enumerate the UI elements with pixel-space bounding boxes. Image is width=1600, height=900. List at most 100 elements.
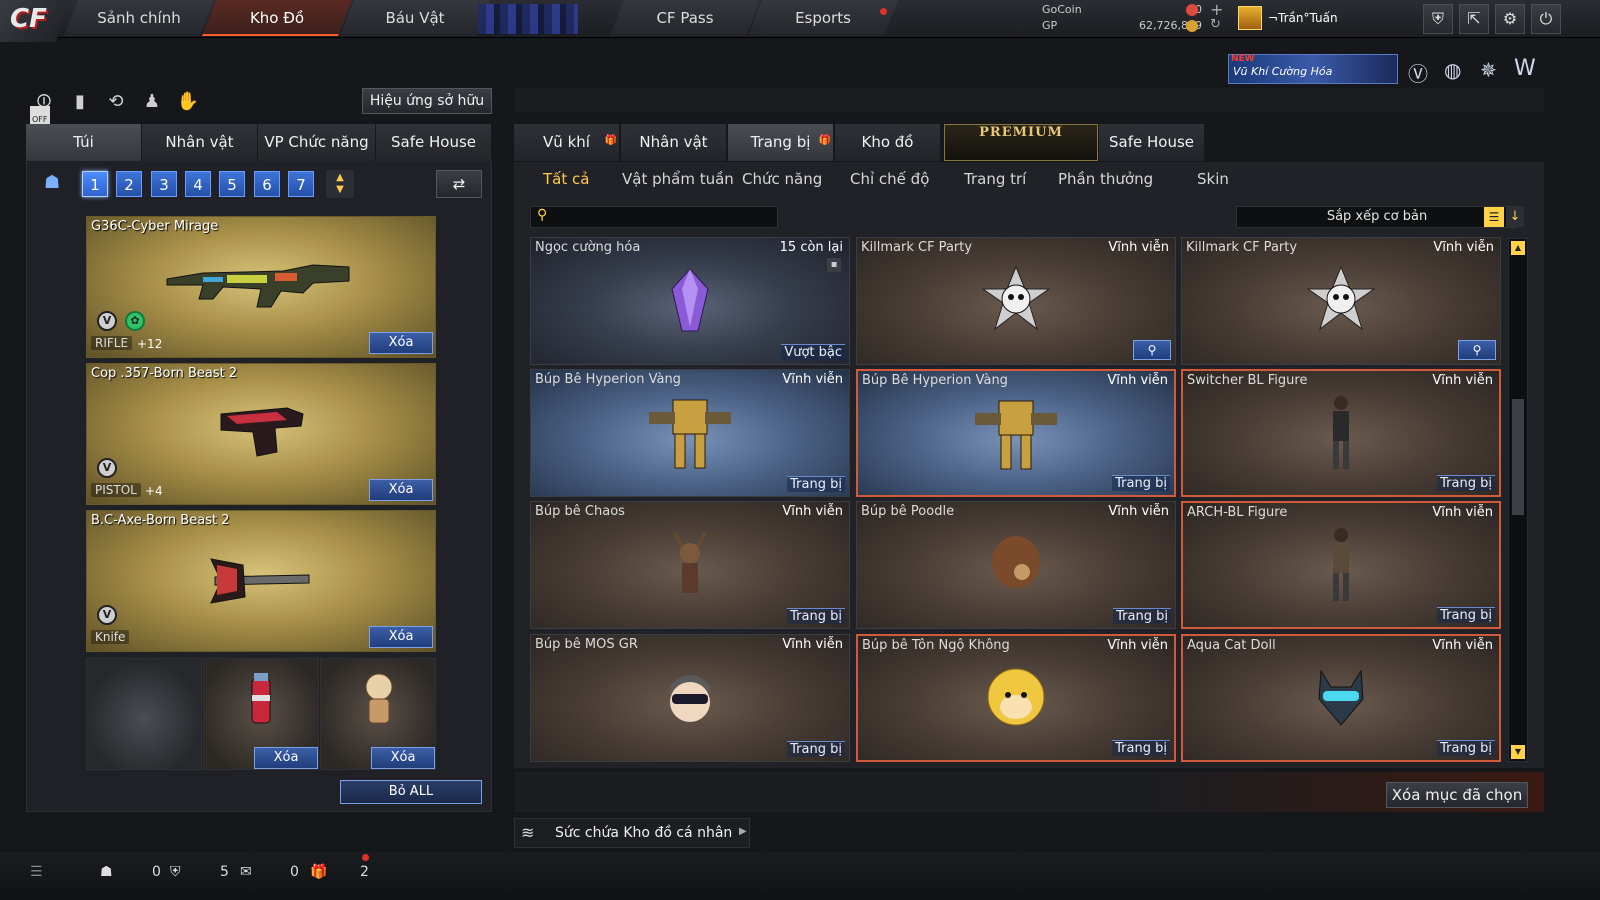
list-view-icon[interactable]: ☰ bbox=[1484, 207, 1504, 227]
gear-icon[interactable]: ⚙ bbox=[1495, 4, 1525, 34]
doll-slot[interactable]: Xóa bbox=[320, 658, 436, 770]
exit-icon[interactable]: ⇱ bbox=[1459, 4, 1489, 34]
item-card[interactable]: Búp Bê Hyperion Vàng Vĩnh viễn Trang bị bbox=[856, 369, 1176, 497]
tab-safe-house[interactable]: Safe House bbox=[376, 124, 492, 161]
item-card[interactable]: Killmark CF Party Vĩnh viễn ⚲ bbox=[1181, 237, 1501, 365]
item-action-button[interactable]: Vượt bậc bbox=[781, 344, 845, 360]
subtab-decoration[interactable]: Trang trí bbox=[964, 170, 1026, 188]
weapon-slot-knife[interactable]: B.C-Axe-Born Beast 2 V Knife Xóa bbox=[86, 510, 436, 652]
equip-button[interactable]: Trang bị bbox=[1437, 475, 1495, 491]
equip-button[interactable]: Trang bị bbox=[1112, 740, 1170, 756]
remove-weapon-button[interactable]: Xóa bbox=[369, 626, 433, 648]
bag-6-button[interactable]: 6 bbox=[254, 171, 280, 197]
pet-icon[interactable]: ✋ bbox=[174, 88, 202, 116]
bag-2-button[interactable]: 2 bbox=[116, 171, 142, 197]
scroll-down-icon[interactable]: ▼ bbox=[1511, 745, 1525, 759]
tab-storage[interactable]: Kho đồ bbox=[835, 124, 941, 161]
item-card[interactable]: Ngọc cường hóa 15 còn lại ▪ Vượt bậc bbox=[530, 237, 850, 365]
equip-button[interactable]: Trang bị bbox=[787, 608, 845, 624]
nav-tab-lobby[interactable]: Sảnh chính bbox=[64, 0, 214, 36]
remove-slot-button[interactable]: Xóa bbox=[371, 747, 435, 769]
globe-icon[interactable]: ◍ bbox=[1444, 58, 1461, 82]
weapon-slot-rifle[interactable]: G36C-Cyber Mirage V ✿ RIFLE +12 Xóa bbox=[86, 216, 436, 358]
nav-tab-cf-pass[interactable]: CF Pass bbox=[610, 0, 760, 36]
item-card[interactable]: Killmark CF Party Vĩnh viễn ⚲ bbox=[856, 237, 1176, 365]
nav-tab-treasure[interactable]: Báu Vật bbox=[340, 0, 490, 36]
item-card[interactable]: Búp Bê Hyperion Vàng Vĩnh viễn Trang bị bbox=[530, 369, 850, 497]
bag-4-button[interactable]: 4 bbox=[185, 171, 211, 197]
w-emblem-icon[interactable]: W bbox=[1514, 56, 1536, 81]
weapon-slot-pistol[interactable]: Cop .357-Born Beast 2 V PISTOL +4 Xóa bbox=[86, 363, 436, 505]
equip-button[interactable]: Trang bị bbox=[1113, 608, 1171, 624]
equip-button[interactable]: Trang bị bbox=[1437, 607, 1495, 623]
friends-icon[interactable]: ☗ bbox=[100, 864, 113, 880]
tab-characters[interactable]: Nhân vật bbox=[621, 124, 727, 161]
star-emblem-icon[interactable]: ✵ bbox=[1480, 58, 1497, 82]
menu-list-icon[interactable]: ☰ bbox=[30, 864, 43, 880]
ranking-icon[interactable]: ▮ bbox=[66, 88, 94, 116]
equip-button[interactable]: Trang bị bbox=[1112, 475, 1170, 491]
tab-safe-house-right[interactable]: Safe House bbox=[1099, 124, 1205, 161]
tab-premium[interactable]: PREMIUM bbox=[944, 124, 1098, 161]
sort-order-icon[interactable]: ↓ bbox=[1506, 207, 1524, 227]
subtab-mode-only[interactable]: Chỉ chế độ bbox=[850, 170, 929, 188]
delete-selected-button[interactable]: Xóa mục đã chọn bbox=[1386, 782, 1528, 808]
bag-scroll-arrows-icon[interactable]: ▲ ▼ bbox=[326, 170, 354, 198]
empty-slot[interactable] bbox=[86, 658, 202, 770]
item-card[interactable]: Búp bê Poodle Vĩnh viễn Trang bị bbox=[856, 501, 1176, 629]
item-card[interactable]: Búp bê Tôn Ngộ Không Vĩnh viễn Trang bị bbox=[856, 634, 1176, 762]
grenade-slot[interactable]: Xóa bbox=[203, 658, 319, 770]
trash-icon[interactable]: ▪ bbox=[827, 258, 841, 272]
item-card[interactable]: ARCH-BL Figure Vĩnh viễn Trang bị bbox=[1181, 501, 1501, 629]
scroll-thumb[interactable] bbox=[1512, 399, 1524, 515]
equip-button[interactable]: Trang bị bbox=[1437, 740, 1495, 756]
character-icon[interactable]: ♟ bbox=[138, 88, 166, 116]
scroll-up-icon[interactable]: ▲ bbox=[1511, 241, 1525, 255]
subtab-rewards[interactable]: Phần thưởng bbox=[1058, 170, 1153, 188]
bag-3-button[interactable]: 3 bbox=[151, 171, 177, 197]
nav-tab-inventory[interactable]: Kho Đồ bbox=[202, 0, 352, 36]
tab-bag[interactable]: Túi bbox=[26, 124, 142, 161]
subtab-all[interactable]: Tất cả bbox=[543, 170, 589, 188]
gift-box-icon[interactable]: 🎁 bbox=[310, 864, 327, 880]
equip-button[interactable]: Trang bị bbox=[787, 476, 845, 492]
remove-slot-button[interactable]: Xóa bbox=[254, 747, 318, 769]
subtab-skin[interactable]: Skin bbox=[1197, 170, 1229, 188]
bag-robot-icon[interactable]: ☗ bbox=[44, 172, 60, 193]
subtab-weekly[interactable]: Vật phẩm tuần bbox=[622, 170, 734, 188]
shield-icon[interactable]: ⛨ bbox=[1423, 4, 1453, 34]
remove-all-button[interactable]: Bỏ ALL bbox=[340, 780, 482, 804]
scrollbar[interactable]: ▲ ▼ bbox=[1508, 238, 1528, 762]
power-icon[interactable]: ⏻ bbox=[1531, 4, 1561, 34]
item-card[interactable]: Búp bê MOS GR Vĩnh viễn Trang bị bbox=[530, 634, 850, 762]
nav-tab-esports[interactable]: Esports bbox=[748, 0, 898, 36]
magnify-button[interactable]: ⚲ bbox=[1133, 340, 1171, 360]
bag-7-button[interactable]: 7 bbox=[288, 171, 314, 197]
item-card[interactable]: Switcher BL Figure Vĩnh viễn Trang bị bbox=[1181, 369, 1501, 497]
magnify-button[interactable]: ⚲ bbox=[1458, 340, 1496, 360]
tab-equipment[interactable]: Trang bị 🎁 bbox=[728, 124, 834, 161]
search-input[interactable]: ⚲ bbox=[530, 206, 778, 228]
rank-avatar[interactable] bbox=[1238, 6, 1262, 30]
sort-dropdown[interactable]: Sắp xếp cơ bản bbox=[1236, 206, 1518, 228]
history-icon[interactable]: ⟲ bbox=[102, 88, 130, 116]
promo-banner[interactable]: NEW Vũ Khí Cường Hóa bbox=[1228, 54, 1398, 84]
tab-vp-function[interactable]: VP Chức năng bbox=[258, 124, 376, 161]
swap-loadout-button[interactable]: ⇄ bbox=[436, 170, 482, 198]
bag-1-button[interactable]: 1 bbox=[82, 171, 108, 197]
equip-button[interactable]: Trang bị bbox=[787, 741, 845, 757]
v-emblem-icon[interactable]: Ⓥ bbox=[1408, 58, 1428, 87]
bag-5-button[interactable]: 5 bbox=[219, 171, 245, 197]
remove-weapon-button[interactable]: Xóa bbox=[369, 332, 433, 354]
item-card[interactable]: Aqua Cat Doll Vĩnh viễn Trang bị bbox=[1181, 634, 1501, 762]
refresh-icon[interactable]: ↻ bbox=[1210, 17, 1221, 32]
capacity-bar[interactable]: ≋ Sức chứa Kho đồ cá nhân ▶ bbox=[514, 818, 750, 848]
toggle-off-icon[interactable]: ⏼ OFF bbox=[30, 88, 58, 134]
item-card[interactable]: Búp bê Chaos Vĩnh viễn Trang bị bbox=[530, 501, 850, 629]
owned-effects-button[interactable]: Hiệu ứng sở hữu bbox=[362, 88, 492, 114]
tab-weapons[interactable]: Vũ khí 🎁 bbox=[514, 124, 620, 161]
subtab-function[interactable]: Chức năng bbox=[742, 170, 822, 188]
tab-character[interactable]: Nhân vật bbox=[142, 124, 258, 161]
remove-weapon-button[interactable]: Xóa bbox=[369, 479, 433, 501]
chat-icon[interactable]: ✉ bbox=[240, 864, 252, 880]
